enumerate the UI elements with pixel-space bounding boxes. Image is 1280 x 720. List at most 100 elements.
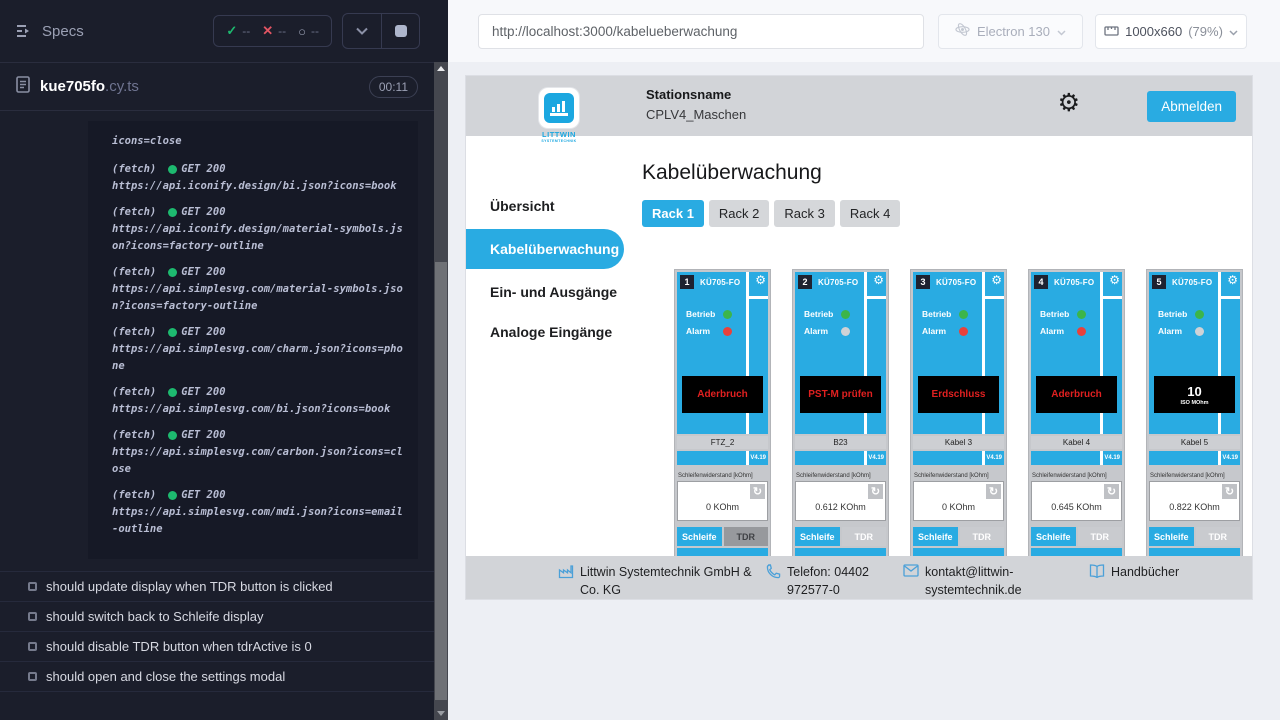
fetch-label: (fetch) [112, 427, 156, 444]
app-header: LITTWIN SYSTEMTECHNIK Stationsname CPLV4… [466, 76, 1252, 136]
specs-menu-button[interactable]: Specs [16, 23, 84, 40]
network-log-entry[interactable]: (fetch) GET 200 https://api.simplesvg.co… [112, 427, 406, 478]
alarm-led [841, 327, 850, 336]
schleife-button[interactable]: Schleife [677, 527, 722, 546]
scroll-down-arrow[interactable] [437, 711, 445, 716]
network-log-entry[interactable]: (fetch) GET 200 https://api.iconify.desi… [112, 161, 406, 195]
rack-tab[interactable]: Rack 2 [709, 200, 769, 227]
footer-contact-item[interactable]: Telefon: 04402 972577-0 [766, 563, 903, 599]
card-divider [749, 296, 768, 299]
test-item[interactable]: should update display when TDR button is… [0, 572, 434, 602]
http-status: GET 200 [181, 204, 225, 221]
logout-button[interactable]: Abmelden [1147, 91, 1236, 122]
alarm-label: Alarm [1040, 326, 1070, 336]
station-name: CPLV4_Maschen [646, 107, 746, 122]
stop-button[interactable] [381, 14, 419, 48]
reporter-scrollbar[interactable] [434, 0, 448, 720]
footer-contact-item[interactable]: Handbücher [1089, 563, 1179, 581]
schleife-button[interactable]: Schleife [913, 527, 958, 546]
footer-contact-item[interactable]: kontakt@littwin-systemtechnik.de [903, 563, 1089, 599]
tdr-button[interactable]: TDR [842, 527, 887, 546]
electron-icon [955, 22, 970, 40]
network-log-entry[interactable]: (fetch) GET 200 https://api.simplesvg.co… [112, 264, 406, 315]
spec-file-name: kue705fo [40, 78, 105, 95]
alarm-led [1195, 327, 1204, 336]
led-panel: Betrieb Alarm [686, 309, 768, 336]
specs-list-icon [16, 24, 33, 38]
browser-select[interactable]: Electron 130 [938, 14, 1083, 49]
alarm-led [959, 327, 968, 336]
schleife-button[interactable]: Schleife [795, 527, 840, 546]
rack-tab[interactable]: Rack 3 [774, 200, 834, 227]
browser-bar: http://localhost:3000/kabelueberwachung … [448, 0, 1280, 62]
firmware-version: V4.19 [986, 455, 1002, 461]
card-settings-gear-icon[interactable]: ⚙ [873, 274, 884, 286]
network-log-entry[interactable]: (fetch) GET 200 https://api.simplesvg.co… [112, 324, 406, 375]
ruler-icon [1104, 23, 1119, 39]
firmware-version: V4.19 [1104, 455, 1120, 461]
test-title: should disable TDR button when tdrActive… [46, 639, 312, 654]
spec-duration-badge: 00:11 [369, 76, 418, 98]
scrollbar-thumb[interactable] [435, 262, 447, 700]
viewport-size-select[interactable]: 1000x660 (79%) [1095, 14, 1247, 49]
card-buttons: Schleife TDR [1149, 527, 1240, 546]
test-item[interactable]: should disable TDR button when tdrActive… [0, 632, 434, 662]
version-bar: V4.19 [913, 451, 1004, 465]
card-settings-gear-icon[interactable]: ⚙ [1227, 274, 1238, 286]
sidebar-nav-item[interactable]: Übersicht [466, 186, 641, 226]
card-settings-gear-icon[interactable]: ⚙ [755, 274, 766, 286]
collapse-button[interactable] [343, 14, 381, 48]
alarm-led [1077, 327, 1086, 336]
card-buttons: Schleife TDR [1031, 527, 1122, 546]
spec-file-row[interactable]: kue705fo.cy.ts 00:11 [0, 63, 434, 111]
url-input[interactable]: http://localhost:3000/kabelueberwachung [478, 14, 924, 49]
refresh-button[interactable]: ↻ [1104, 484, 1119, 499]
fetch-line: (fetch) GET 200 [112, 427, 406, 444]
card-settings-gear-icon[interactable]: ⚙ [1109, 274, 1120, 286]
sidebar-nav-item[interactable]: Ein- und Ausgänge [466, 272, 641, 312]
measurement-value: 0 KOhm [678, 502, 767, 512]
tdr-button[interactable]: TDR [1196, 527, 1241, 546]
network-log-entry[interactable]: (fetch) GET 200 https://api.simplesvg.co… [112, 487, 406, 538]
tdr-button[interactable]: TDR [1078, 527, 1123, 546]
version-bar: V4.19 [677, 451, 768, 465]
runner-controls [342, 13, 420, 49]
tdr-button[interactable]: TDR [960, 527, 1005, 546]
status-display-text: Aderbruch [697, 389, 748, 400]
card-top: 1 KÜ705-FO ⚙ Betrieb [677, 272, 768, 434]
sidebar-nav-item[interactable]: Kabelüberwachung [466, 229, 624, 269]
request-url: https://api.iconify.design/material-symb… [112, 221, 406, 255]
refresh-button[interactable]: ↻ [1222, 484, 1237, 499]
schleife-button[interactable]: Schleife [1031, 527, 1076, 546]
measurement-box: ↻ 0 KOhm [913, 481, 1004, 521]
test-title: should update display when TDR button is… [46, 579, 333, 594]
station-label: Stationsname [646, 87, 746, 102]
tdr-button[interactable]: TDR [724, 527, 769, 546]
betrieb-led [723, 310, 732, 319]
page-title: Kabelüberwachung [642, 161, 1252, 185]
alarm-led-row: Alarm [922, 326, 1004, 336]
sidebar-nav-item[interactable]: Analoge Eingänge [466, 312, 641, 352]
network-log-entry[interactable]: (fetch) GET 200 https://api.iconify.desi… [112, 204, 406, 255]
refresh-button[interactable]: ↻ [750, 484, 765, 499]
scrollbar-track[interactable] [434, 62, 448, 720]
rack-tab[interactable]: Rack 1 [642, 200, 704, 227]
network-log-entry[interactable]: (fetch) GET 200 https://api.simplesvg.co… [112, 384, 406, 418]
rack-tab[interactable]: Rack 4 [840, 200, 900, 227]
settings-gear-icon[interactable]: ⚙ [1058, 91, 1080, 116]
app-footer: Littwin Systemtechnik GmbH & Co. KG Tele… [466, 556, 1252, 599]
card-buttons: Schleife TDR [913, 527, 1004, 546]
refresh-button[interactable]: ↻ [986, 484, 1001, 499]
fetch-label: (fetch) [112, 161, 156, 178]
test-item[interactable]: should switch back to Schleife display [0, 602, 434, 632]
test-item[interactable]: should open and close the settings modal [0, 662, 434, 692]
pending-icon: ○ [298, 24, 306, 39]
card-settings-gear-icon[interactable]: ⚙ [991, 274, 1002, 286]
scroll-up-arrow[interactable] [437, 66, 445, 71]
footer-contact-item[interactable]: Littwin Systemtechnik GmbH & Co. KG [558, 563, 766, 599]
refresh-button[interactable]: ↻ [868, 484, 883, 499]
fetch-label: (fetch) [112, 487, 156, 504]
schleife-button[interactable]: Schleife [1149, 527, 1194, 546]
alarm-led [723, 327, 732, 336]
network-log-entry[interactable]: icons=close [112, 133, 406, 150]
